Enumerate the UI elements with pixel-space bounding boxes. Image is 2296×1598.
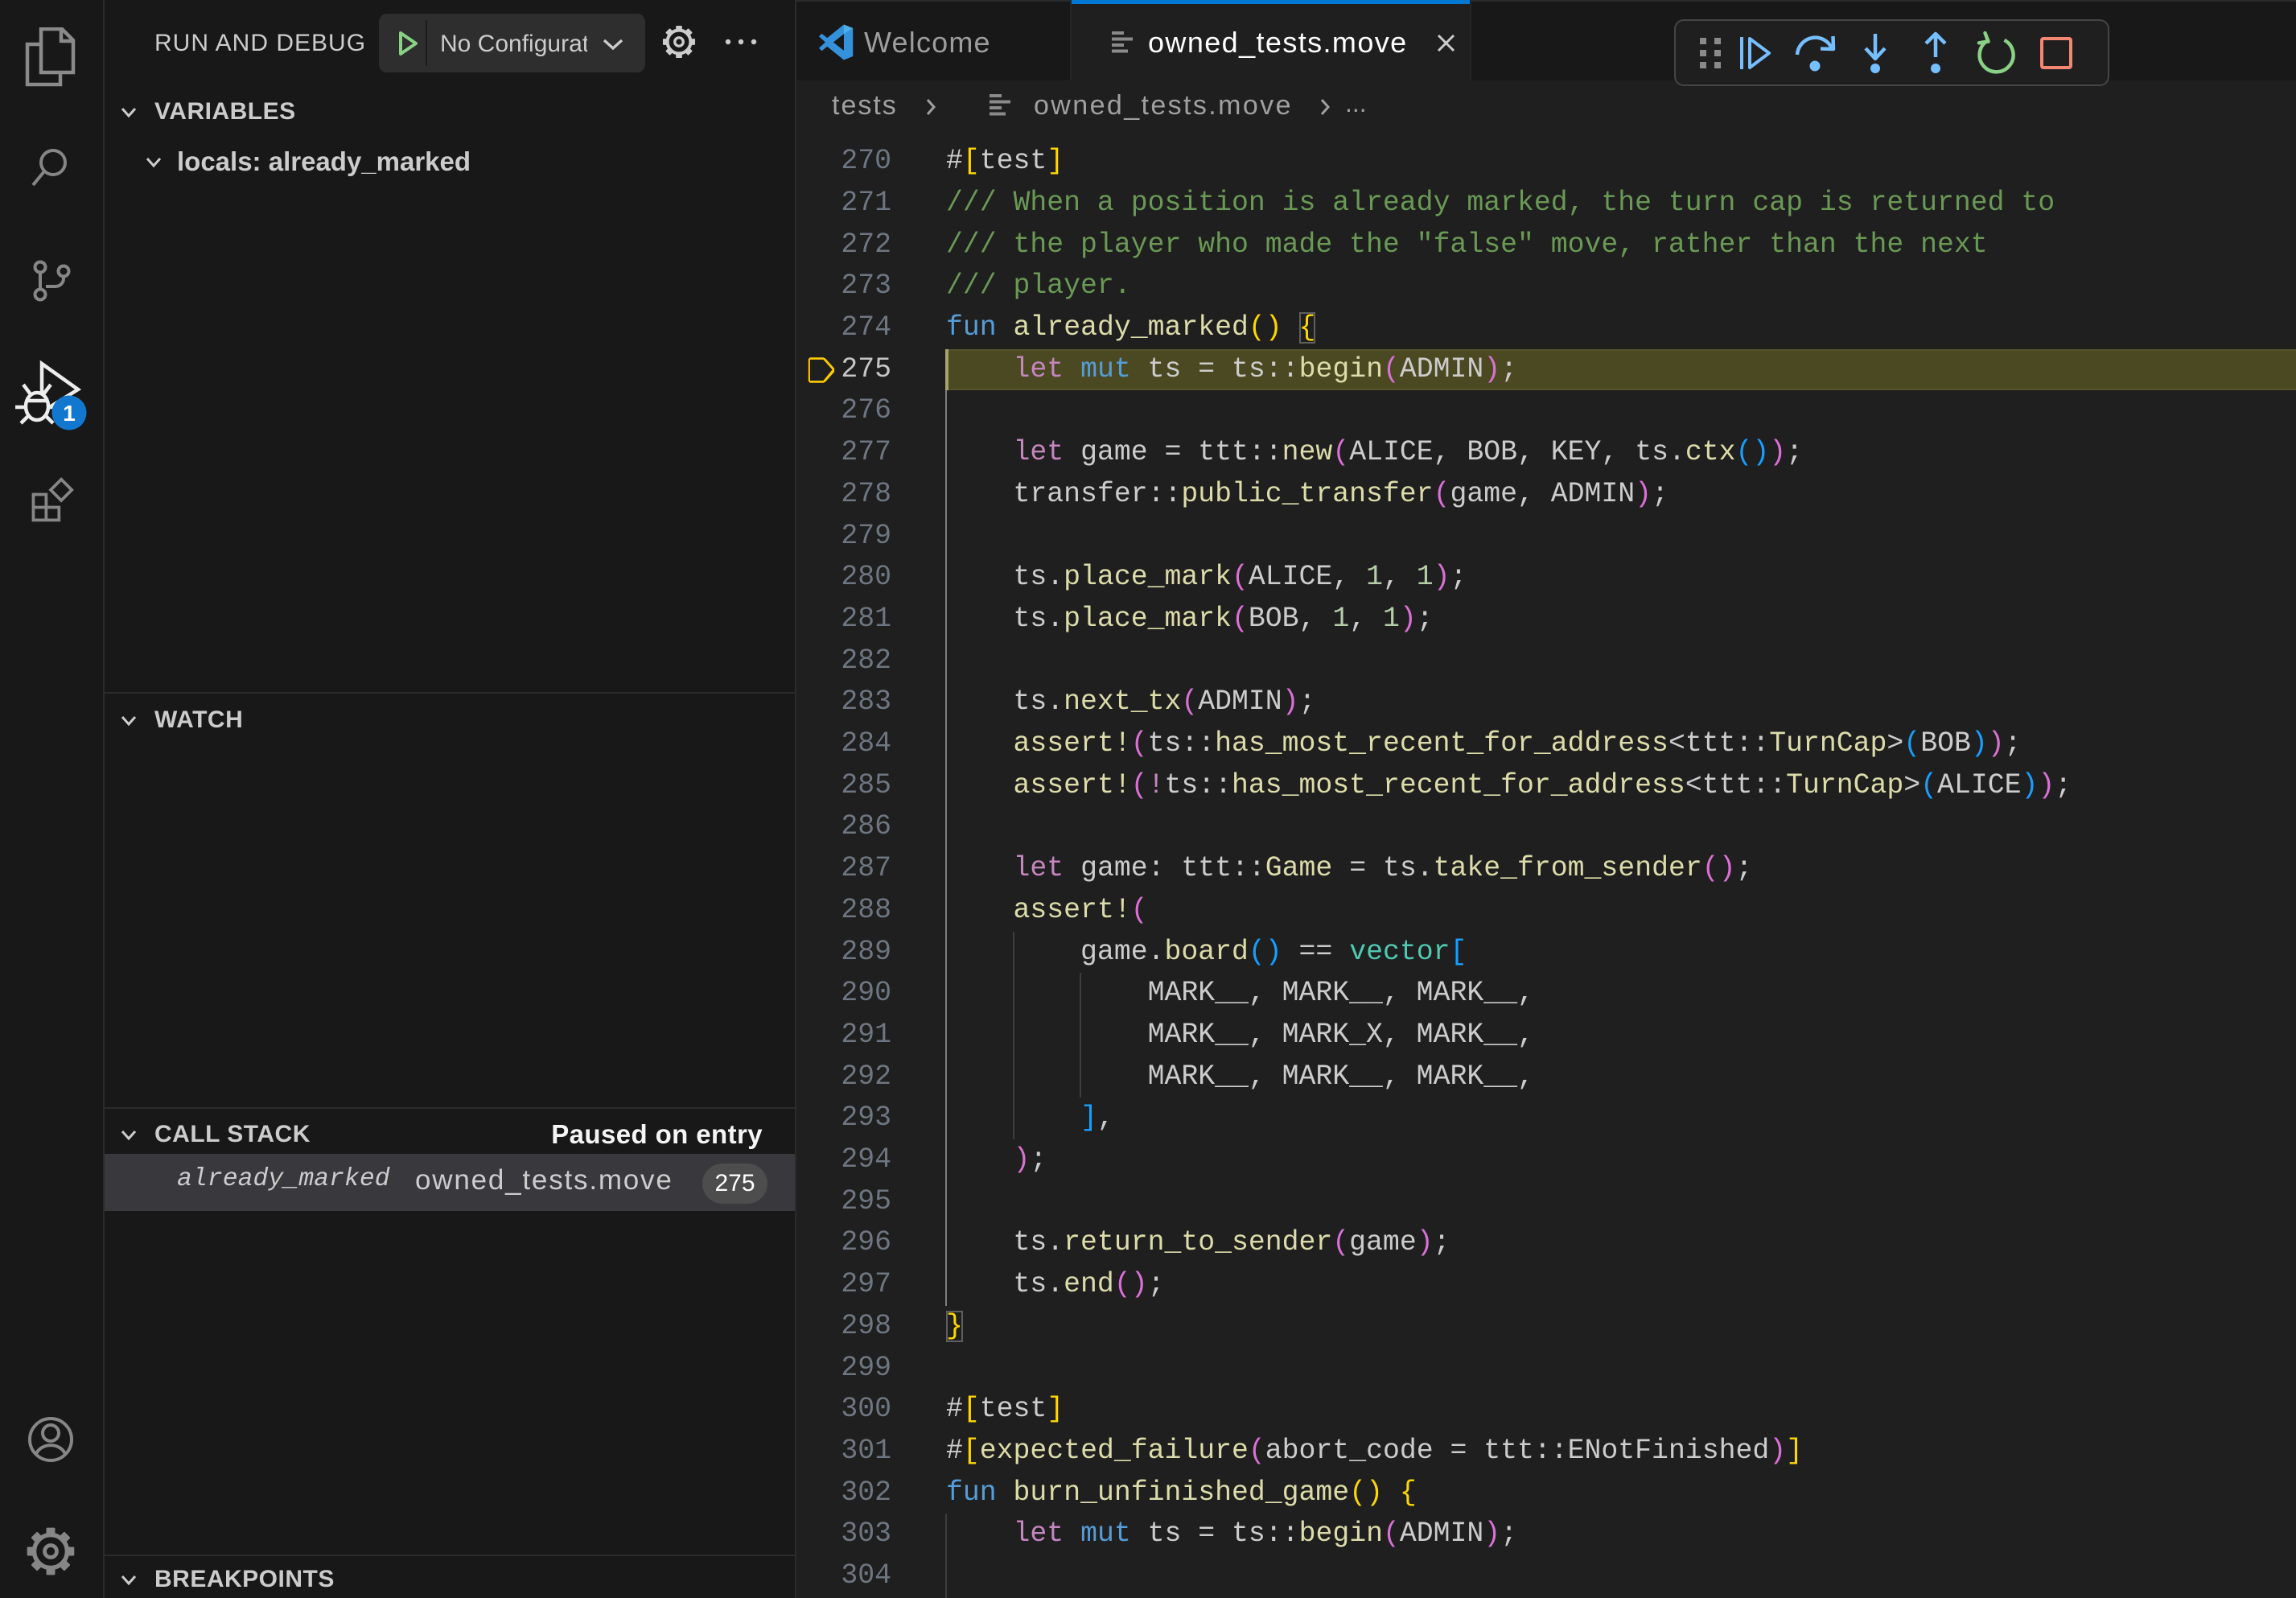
svg-text:1: 1	[63, 401, 76, 426]
